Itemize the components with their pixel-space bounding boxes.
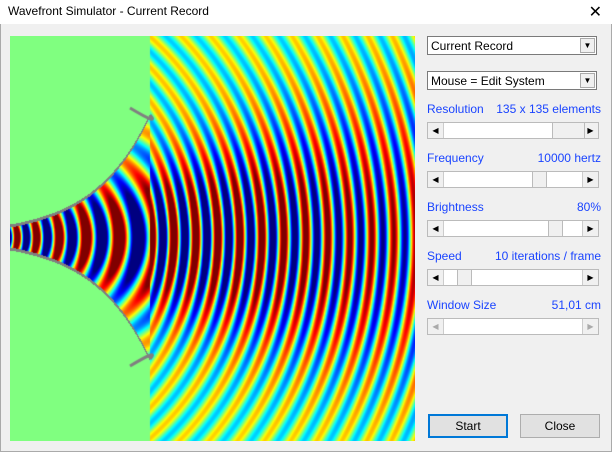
resolution-thumb[interactable] [552, 123, 585, 138]
brightness-label: Brightness [427, 200, 484, 214]
window-size-value: 51,01 cm [551, 298, 601, 312]
scroll-left-icon[interactable]: ◀ [428, 172, 444, 187]
scroll-right-icon[interactable]: ▶ [582, 319, 598, 334]
frequency-value: 10000 hertz [537, 151, 601, 165]
scroll-left-icon[interactable]: ◀ [428, 319, 444, 334]
title-bar: Wavefront Simulator - Current Record ✕ [0, 0, 612, 24]
scroll-left-icon[interactable]: ◀ [428, 270, 444, 285]
wave-canvas[interactable] [10, 36, 415, 441]
window-size-slider[interactable]: ◀ ▶ [427, 318, 599, 335]
brightness-slider[interactable]: ◀ ▶ [427, 220, 599, 237]
frequency-thumb[interactable] [531, 172, 547, 187]
record-select-value: Current Record [431, 39, 514, 53]
mouse-mode-select[interactable]: Mouse = Edit System ▼ [427, 71, 597, 90]
start-button[interactable]: Start [428, 414, 508, 438]
close-icon[interactable]: ✕ [589, 2, 602, 22]
brightness-thumb[interactable] [547, 221, 563, 236]
resolution-value: 135 x 135 elements [496, 102, 601, 116]
window-size-label: Window Size [427, 298, 497, 312]
speed-slider[interactable]: ◀ ▶ [427, 269, 599, 286]
scroll-right-icon[interactable]: ▶ [582, 270, 598, 285]
resolution-label: Resolution [427, 102, 484, 116]
chevron-down-icon[interactable]: ▼ [580, 73, 595, 88]
record-select[interactable]: Current Record ▼ [427, 36, 597, 55]
close-button[interactable]: Close [520, 414, 600, 438]
chevron-down-icon[interactable]: ▼ [580, 38, 595, 53]
window-title: Wavefront Simulator - Current Record [8, 4, 209, 18]
brightness-value: 80% [576, 200, 601, 214]
scroll-right-icon[interactable]: ▶ [582, 172, 598, 187]
speed-value: 10 iterations / frame [494, 249, 601, 263]
speed-label: Speed [427, 249, 462, 263]
frequency-label: Frequency [427, 151, 484, 165]
resolution-slider[interactable]: ◀ ▶ [427, 122, 599, 139]
scroll-left-icon[interactable]: ◀ [428, 123, 444, 138]
frequency-slider[interactable]: ◀ ▶ [427, 171, 599, 188]
mouse-select-value: Mouse = Edit System [431, 74, 545, 88]
speed-thumb[interactable] [456, 270, 472, 285]
scroll-right-icon[interactable]: ▶ [582, 221, 598, 236]
scroll-left-icon[interactable]: ◀ [428, 221, 444, 236]
